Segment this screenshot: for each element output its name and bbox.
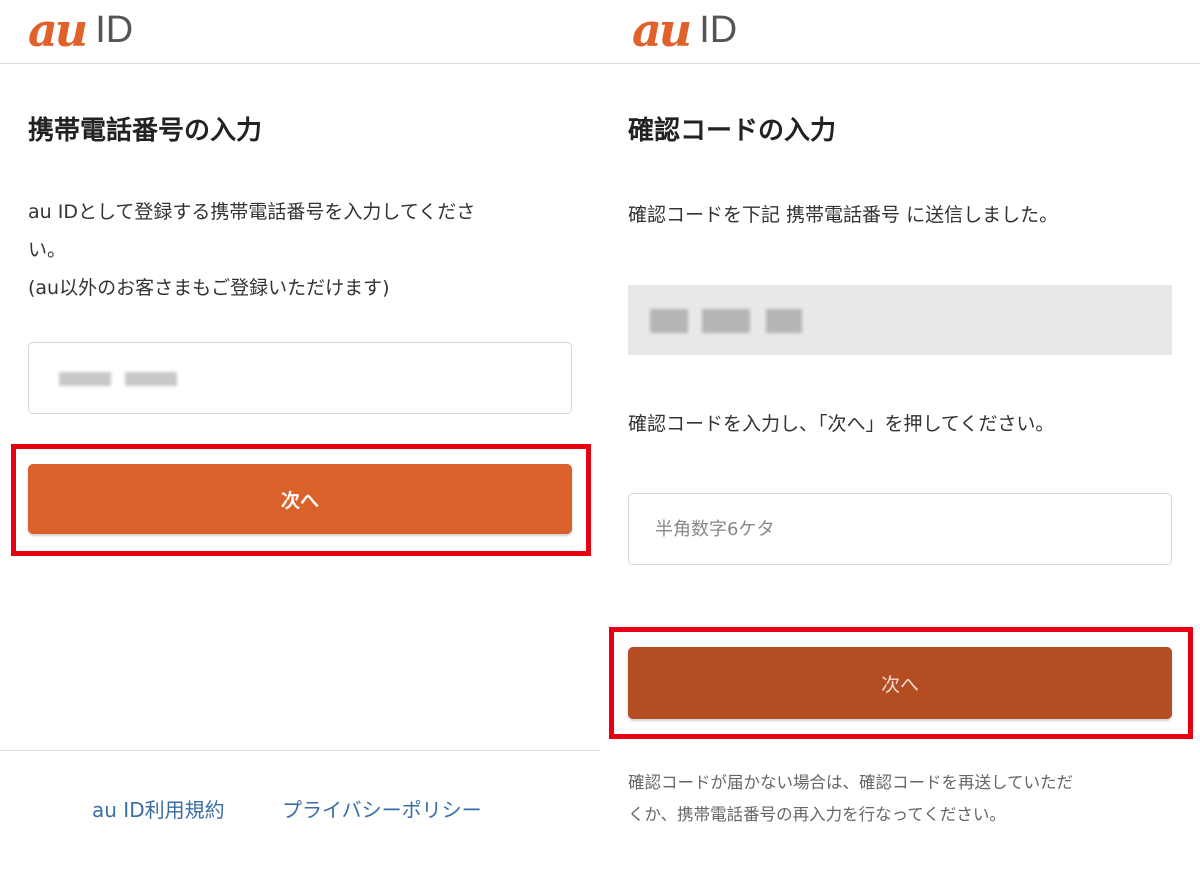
logo-au-text: au (28, 3, 88, 57)
masked-phone-number (628, 285, 1172, 355)
description-line-3: (au以外のお客さまもご登録いただけます) (28, 277, 390, 299)
verification-code-field[interactable] (628, 493, 1172, 565)
footer-divider (0, 750, 600, 751)
header: au ID (0, 0, 600, 64)
description-line-2: い。 (28, 239, 67, 261)
resend-note-line-2: くか、携帯電話番号の再入力を行なってください。 (628, 805, 1006, 824)
verification-code-input[interactable] (629, 494, 1171, 564)
logo-id-text: ID (699, 9, 738, 51)
instruction-text: 確認コードを入力し、「次へ」を押してください。 (628, 413, 1055, 435)
sent-message: 確認コードを下記 携帯電話番号 に送信しました。 (628, 204, 1059, 226)
redacted-phone-part-1 (59, 372, 111, 386)
logo-id-text: ID (95, 9, 134, 51)
header: au ID (600, 0, 1200, 64)
redacted-phone-part-1 (650, 309, 688, 333)
logo-au-text: au (632, 3, 692, 57)
redacted-phone-part-3 (766, 309, 802, 333)
code-entry-screen: au ID 確認コードの入力 確認コードを下記 携帯電話番号 に送信しました。 … (600, 0, 1200, 870)
next-button[interactable]: 次へ (628, 647, 1172, 719)
au-id-logo: au ID (632, 4, 737, 56)
page-title: 携帯電話番号の入力 (28, 116, 263, 146)
terms-link[interactable]: au ID利用規約 (92, 794, 225, 823)
page-title: 確認コードの入力 (628, 116, 837, 146)
redacted-phone-part-2 (702, 309, 750, 333)
phone-number-field[interactable] (28, 342, 572, 414)
next-button[interactable]: 次へ (28, 464, 572, 534)
phone-entry-screen: au ID 携帯電話番号の入力 au IDとして登録する携帯電話番号を入力してく… (0, 0, 600, 870)
redacted-phone-part-2 (125, 372, 177, 386)
resend-note-line-1: 確認コードが届かない場合は、確認コードを再送していただ (628, 773, 1074, 792)
description-line-1: au IDとして登録する携帯電話番号を入力してくださ (28, 201, 476, 223)
au-id-logo: au ID (28, 4, 133, 56)
privacy-policy-link[interactable]: プライバシーポリシー (282, 794, 482, 823)
